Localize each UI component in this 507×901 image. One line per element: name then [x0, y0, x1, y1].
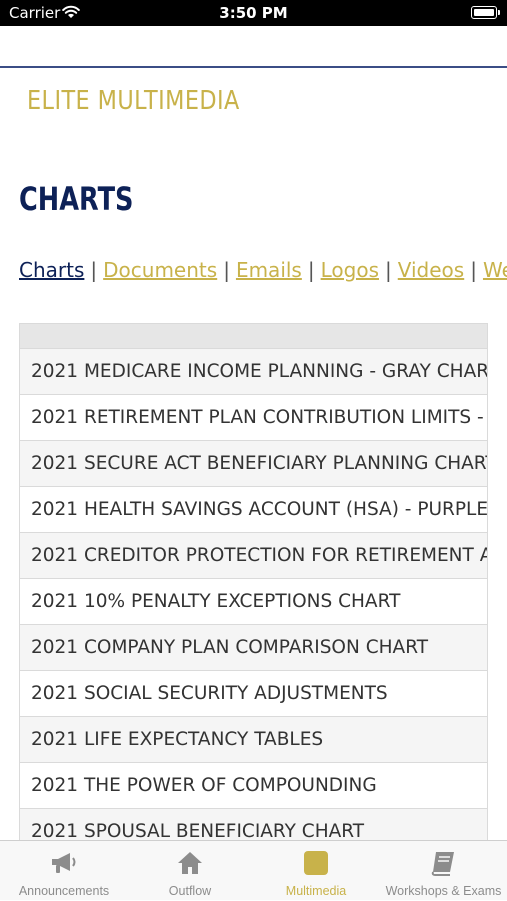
- category-nav: Charts|Documents|Emails|Logos|Videos|Web…: [19, 258, 507, 282]
- nav-separator: |: [385, 258, 392, 282]
- nav-link-documents[interactable]: Documents: [103, 258, 217, 282]
- battery-icon: [471, 6, 500, 19]
- charts-list: 2021 MEDICARE INCOME PLANNING - GRAY CHA…: [19, 323, 488, 840]
- list-item[interactable]: 2021 HEALTH SAVINGS ACCOUNT (HSA) - PURP…: [20, 486, 487, 532]
- nav-link-charts[interactable]: Charts: [19, 258, 84, 282]
- nav-link-emails[interactable]: Emails: [236, 258, 302, 282]
- nav-separator: |: [307, 258, 315, 282]
- list-item[interactable]: 2021 CREDITOR PROTECTION FOR RETIREMENT …: [20, 532, 487, 578]
- tab-bar: Announcements Outflow Multimedia Worksho…: [0, 840, 507, 900]
- header-divider: [0, 66, 507, 68]
- tab-label: Multimedia: [285, 884, 347, 898]
- tab-label: Announcements: [18, 884, 110, 898]
- multimedia-icon: [304, 851, 328, 875]
- list-item[interactable]: 2021 SPOUSAL BENEFICIARY CHART: [20, 808, 487, 840]
- nav-link-videos[interactable]: Videos: [398, 258, 464, 282]
- list-header: [20, 323, 487, 348]
- tab-label: Outflow: [168, 884, 212, 898]
- page-title: CHARTS: [19, 180, 134, 218]
- tab-outflow[interactable]: Outflow: [128, 841, 252, 901]
- status-bar: Carrier 3:50 PM: [0, 0, 507, 26]
- tab-label: Workshops & Exams: [385, 884, 502, 898]
- tab-workshops-exams[interactable]: Workshops & Exams: [380, 841, 507, 901]
- list-item[interactable]: 2021 10% PENALTY EXCEPTIONS CHART: [20, 578, 487, 624]
- tab-multimedia[interactable]: Multimedia: [252, 841, 380, 901]
- tab-announcements[interactable]: Announcements: [0, 841, 128, 901]
- brand-heading: ELITE MULTIMEDIA: [27, 86, 240, 116]
- nav-link-logos[interactable]: Logos: [321, 258, 379, 282]
- nav-separator: |: [90, 258, 98, 282]
- book-icon: [431, 852, 454, 876]
- list-item[interactable]: 2021 RETIREMENT PLAN CONTRIBUTION LIMITS…: [20, 394, 487, 440]
- nav-separator: |: [223, 258, 230, 282]
- list-item[interactable]: 2021 MEDICARE INCOME PLANNING - GRAY CHA…: [20, 348, 487, 394]
- nav-link-webc[interactable]: Webc: [483, 258, 507, 282]
- list-item[interactable]: 2021 SECURE ACT BENEFICIARY PLANNING CHA…: [20, 440, 487, 486]
- clock: 3:50 PM: [219, 4, 288, 22]
- megaphone-icon: [52, 853, 76, 873]
- nav-separator: |: [470, 258, 477, 282]
- list-item[interactable]: 2021 SOCIAL SECURITY ADJUSTMENTS: [20, 670, 487, 716]
- home-icon: [178, 852, 202, 874]
- list-item[interactable]: 2021 THE POWER OF COMPOUNDING: [20, 762, 487, 808]
- list-item[interactable]: 2021 LIFE EXPECTANCY TABLES: [20, 716, 487, 762]
- list-item[interactable]: 2021 COMPANY PLAN COMPARISON CHART: [20, 624, 487, 670]
